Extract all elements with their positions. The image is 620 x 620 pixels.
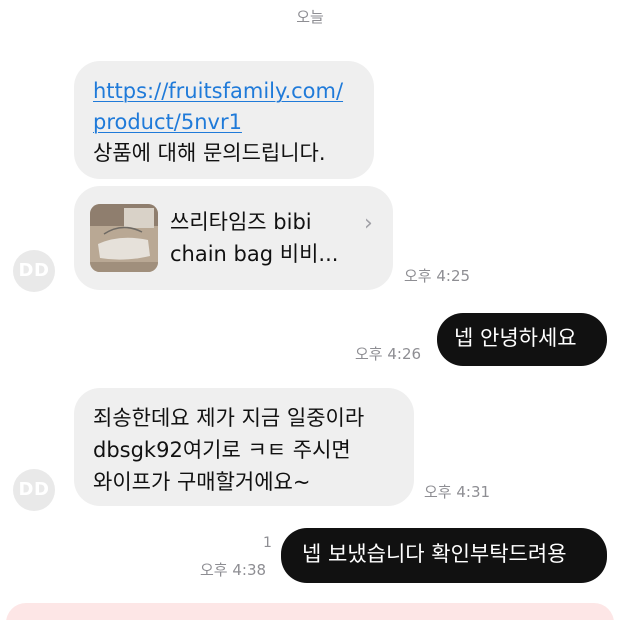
avatar[interactable]: DD [13, 250, 55, 292]
incoming-link-message[interactable]: https://fruitsfamily.com/ product/5nvr1 … [74, 61, 374, 179]
message-line-3: 와이프가 구매할거에요~ [93, 470, 311, 494]
product-title[interactable]: 쓰리타임즈 bibi chain bag 비비... [170, 206, 360, 270]
message-line-1: 죄송한데요 제가 지금 일중이라 [93, 406, 365, 430]
avatar[interactable]: DD [13, 469, 55, 511]
chevron-right-icon[interactable]: › [364, 208, 373, 239]
product-thumbnail-icon [90, 204, 158, 272]
avatar-initials: DD [18, 260, 50, 281]
outgoing-message[interactable]: 넵 안녕하세요 [437, 313, 607, 366]
timestamp: 오후 4:26 [355, 345, 422, 363]
product-thumbnail-image [90, 204, 158, 272]
timestamp: 오후 4:31 [424, 483, 491, 501]
chat-screen: 오늘 https://fruitsfamily.com/ product/5nv… [0, 0, 620, 620]
message-text: 상품에 대해 문의드립니다. [93, 141, 326, 165]
incoming-message[interactable]: 죄송한데요 제가 지금 일중이라 dbsgk92여기로 ㅋㅌ 주시면 와이프가 … [74, 388, 414, 506]
product-title-line-1: 쓰리타임즈 bibi [170, 210, 312, 234]
message-line-2: dbsgk92여기로 ㅋㅌ 주시면 [93, 438, 351, 462]
outgoing-message-text: 넵 안녕하세요 [454, 326, 577, 350]
product-card[interactable]: 쓰리타임즈 bibi chain bag 비비... › [74, 186, 393, 290]
outgoing-message-text: 넵 보냈습니다 확인부탁드려용 [302, 542, 567, 566]
notice-banner [6, 603, 614, 620]
product-title-line-2: chain bag 비비... [170, 242, 339, 266]
timestamp: 오후 4:25 [404, 267, 471, 285]
avatar-initials: DD [18, 479, 50, 500]
url-line-2[interactable]: product/5nvr1 [93, 110, 242, 134]
date-separator: 오늘 [296, 8, 324, 26]
outgoing-message[interactable]: 넵 보냈습니다 확인부탁드려용 [281, 528, 607, 583]
timestamp: 오후 4:38 [200, 561, 267, 579]
url-line-1[interactable]: https://fruitsfamily.com/ [93, 79, 343, 103]
read-count: 1 [263, 535, 272, 551]
link-text[interactable]: https://fruitsfamily.com/ product/5nvr1 [93, 76, 356, 138]
